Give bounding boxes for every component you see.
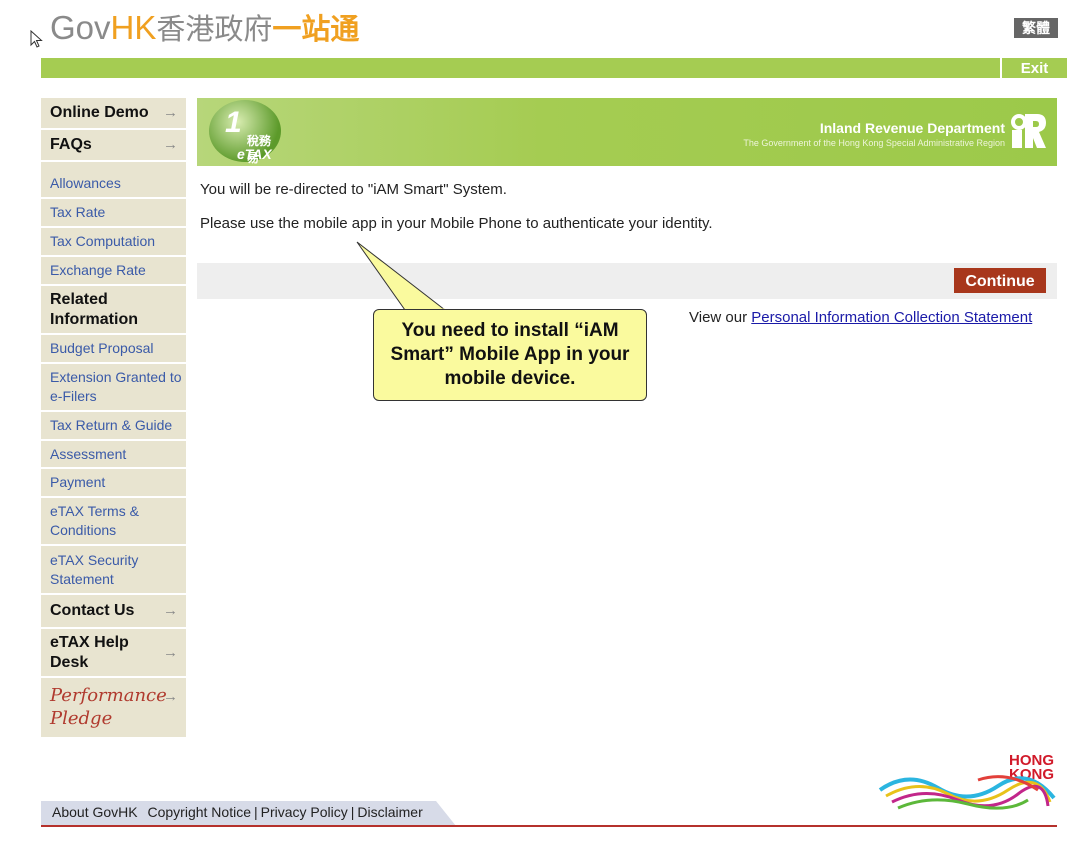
sidebar-item-etax-terms-conditions[interactable]: eTAX Terms & Conditions — [41, 498, 186, 546]
logo-hk-text: HK — [110, 9, 157, 46]
sidebar-item-label: FAQs — [50, 136, 92, 153]
etax-banner: 1 稅務易 eTAX Inland Revenue Department The… — [197, 98, 1057, 166]
sidebar-item-label: Payment — [50, 474, 106, 490]
logo-zh-accent-text: 一站通 — [272, 14, 360, 46]
sidebar-nav: Online Demo → FAQs → Allowances Tax Rate Tax C… — [41, 98, 186, 737]
footer-separator: | — [350, 804, 355, 820]
ird-logo-icon — [1011, 114, 1046, 148]
mouse-cursor-icon — [30, 30, 43, 48]
sidebar-item-label: Allowances — [50, 175, 121, 191]
footer-link-copyright-notice[interactable]: Copyright Notice — [148, 804, 252, 820]
install-app-callout: You need to install “iAM Smart” Mobile A… — [373, 309, 647, 401]
performance-pledge-link[interactable]: Performance Pledge — [50, 684, 167, 730]
sidebar-item-contact-us[interactable]: Contact Us → — [41, 595, 186, 629]
sidebar-item-etax-security-statement[interactable]: eTAX Security Statement — [41, 546, 186, 595]
footer-link-about-govhk[interactable]: About GovHK — [52, 804, 138, 820]
pics-prefix: View our — [689, 309, 752, 326]
sidebar-item-label: Tax Computation — [50, 233, 156, 249]
sidebar-item-label: eTAX Terms & Conditions — [50, 503, 139, 538]
sidebar-item-exchange-rate[interactable]: Exchange Rate — [41, 257, 186, 286]
etax-logo-one-glyph: 1 — [225, 106, 242, 139]
footer-links: About GovHK Copyright Notice | Privacy Pol… — [52, 804, 423, 820]
sidebar-item-label: Tax Rate — [50, 204, 106, 220]
sidebar-item-budget-proposal[interactable]: Budget Proposal — [41, 335, 186, 364]
sidebar-item-tax-computation[interactable]: Tax Computation — [41, 228, 186, 257]
dept-subtitle: The Government of the Hong Kong Special … — [743, 138, 1005, 148]
sidebar-item-label: Assessment — [50, 445, 127, 462]
sidebar-item-allowances[interactable]: Allowances — [41, 170, 186, 199]
exit-button[interactable]: Exit — [1002, 58, 1067, 78]
sidebar-item-payment[interactable]: Payment — [41, 469, 186, 498]
sidebar-item-extension-granted-to-e-filers[interactable]: Extension Granted to e-Filers — [41, 364, 186, 412]
arrow-right-icon: → — [163, 688, 178, 705]
etax-logo[interactable]: 1 稅務易 eTAX — [209, 100, 281, 165]
footer-separator: | — [254, 804, 258, 820]
performance-pledge-line1: Performance — [50, 685, 167, 706]
sidebar-item-label: Budget Proposal — [50, 340, 154, 356]
language-toggle-button[interactable]: 繁體 — [1014, 18, 1058, 38]
etax-logo-en: eTAX — [237, 146, 272, 162]
pics-link[interactable]: Personal Information Collection Statemen… — [751, 309, 1032, 326]
sidebar-item-label: Online Demo — [50, 104, 149, 121]
sidebar-item-label: Tax Return & Guide — [50, 417, 173, 433]
sidebar-item-label: Related Information — [50, 290, 138, 328]
arrow-right-icon: → — [163, 602, 178, 619]
footer-link-disclaimer[interactable]: Disclaimer — [357, 804, 422, 820]
pics-line: View our Personal Information Collection… — [689, 309, 1032, 326]
sidebar-item-assessment[interactable]: Assessment — [41, 441, 186, 469]
callout-pointer — [356, 241, 447, 312]
continue-button[interactable]: Continue — [954, 268, 1046, 293]
action-bar — [197, 263, 1057, 299]
dept-name: Inland Revenue Department — [819, 120, 1005, 136]
govhk-logo[interactable]: GovHK香港政府一站通 — [50, 8, 359, 50]
logo-zh-text: 香港政府 — [156, 14, 273, 46]
sidebar-item-label: eTAX Help Desk — [50, 633, 129, 671]
top-green-bar — [41, 58, 1000, 78]
arrow-right-icon: → — [163, 136, 178, 153]
footer-link-privacy-policy[interactable]: Privacy Policy — [261, 804, 348, 820]
arrow-right-icon: → — [163, 104, 178, 121]
sidebar-item-related-information: Related Information — [41, 286, 186, 335]
arrow-right-icon: → — [163, 643, 178, 661]
redirect-message: You will be re-directed to "iAM Smart" S… — [200, 181, 507, 198]
footer-separator — [138, 804, 148, 820]
sidebar-item-label: Extension Granted to e-Filers — [50, 369, 182, 404]
brand-hong-kong-logo: HONG KONG — [878, 752, 1056, 810]
footer-rule — [41, 825, 1057, 827]
sidebar-item-tax-rate[interactable]: Tax Rate — [41, 199, 186, 228]
sidebar-item-tax-return-guide[interactable]: Tax Return & Guide — [41, 412, 186, 441]
sidebar-item-label: eTAX Security Statement — [50, 551, 139, 587]
performance-pledge-line2: Pledge — [50, 708, 113, 729]
logo-gov-text: Gov — [50, 9, 111, 46]
sidebar-item-label: Exchange Rate — [50, 262, 146, 278]
sidebar-item-online-demo[interactable]: Online Demo → — [41, 98, 186, 130]
sidebar-item-etax-help-desk[interactable]: eTAX Help Desk → — [41, 629, 186, 678]
authenticate-message: Please use the mobile app in your Mobile… — [200, 215, 713, 232]
sidebar-item-label: Contact Us — [50, 602, 135, 619]
sidebar-item-faqs[interactable]: FAQs → — [41, 130, 186, 162]
